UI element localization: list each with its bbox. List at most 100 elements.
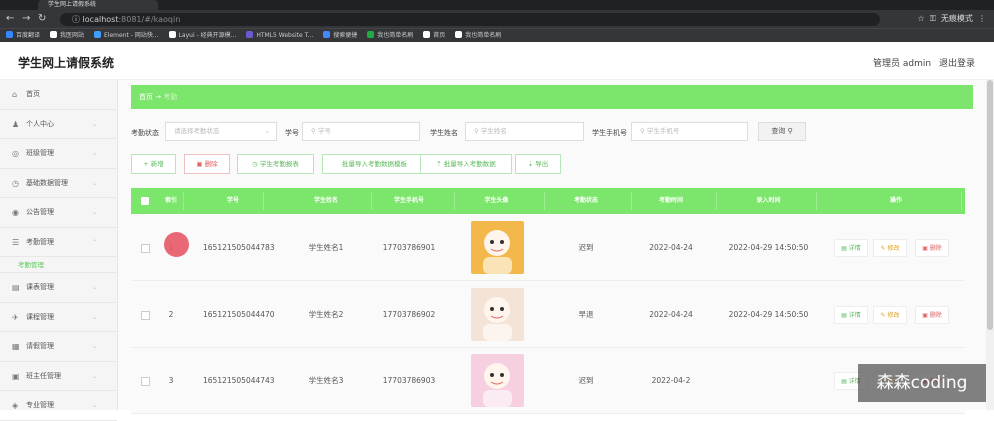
sidebar-item[interactable]: ◈ 专业管理 ⌄ — [0, 391, 117, 421]
column-header[interactable]: 索引 — [159, 188, 183, 214]
bookmark-icon — [168, 31, 176, 38]
browser-tab[interactable]: 学生网上请假系统 — [38, 0, 158, 10]
table-row[interactable]: 1165121505044783学生姓名117703786901迟到2022-0… — [131, 215, 965, 281]
column-header[interactable]: 操作 — [831, 188, 961, 214]
bookmark-item[interactable]: 搜索便捷 — [323, 31, 358, 39]
sidebar-item[interactable]: ◉ 公告管理 ⌄ — [0, 198, 117, 228]
column-header[interactable]: 学生头像 — [449, 188, 544, 214]
bookmark-item[interactable]: 首页 — [423, 31, 445, 39]
row-delete-button[interactable]: ▣ 删除 — [915, 239, 949, 257]
add-button[interactable]: + 新增 — [131, 154, 176, 174]
student-avatar[interactable] — [471, 288, 524, 341]
bookmark-item[interactable]: Element - 网站快... — [94, 31, 159, 39]
course-icon: ✈ — [12, 312, 19, 322]
row-checkbox[interactable] — [141, 311, 150, 320]
detail-button[interactable]: ▤ 详情 — [834, 306, 868, 324]
edit-button[interactable]: ✎ 修改 — [873, 306, 907, 324]
export-button[interactable]: ⇣ 导出 — [515, 154, 561, 174]
sidebar-item[interactable]: ⌂ 首页 — [0, 80, 117, 110]
upload-icon: ⇡ — [436, 160, 444, 168]
student-avatar[interactable] — [471, 354, 524, 407]
browser-toolbar: ← → ↻ ⓘ localhost:8081/#/kaoqin ☆ ⚿ 无痕模式… — [0, 10, 994, 28]
sidebar-item[interactable]: ▣ 班主任管理 ⌄ — [0, 362, 117, 391]
sidebar-item[interactable]: ▦ 请假管理 ⌄ — [0, 332, 117, 362]
row-checkbox[interactable] — [141, 244, 150, 253]
search-button-label: 查询 — [771, 127, 786, 135]
cell-name: 学生姓名1 — [308, 243, 344, 252]
bookmark-icon — [6, 31, 13, 38]
student-name-label: 学生姓名 — [430, 129, 458, 137]
status-select[interactable]: 请选择考勤状态 ⌄ — [165, 122, 277, 141]
menu-icon[interactable]: ⋮ — [978, 14, 986, 23]
export-button-label: 导出 — [535, 160, 549, 168]
bookmark-item[interactable]: 我也简单名刷 — [367, 31, 413, 39]
student-no-input[interactable]: ⚲ 学号 — [302, 122, 420, 141]
data-icon: ◷ — [12, 178, 19, 188]
scrollbar[interactable] — [986, 80, 994, 410]
cell-date: 2022-04-24 — [649, 310, 693, 319]
user-icon: ♟ — [12, 119, 20, 129]
reload-icon[interactable]: ↻ — [38, 13, 46, 24]
breadcrumb-home[interactable]: 首页 — [139, 93, 153, 101]
breadcrumb: 首页 → 考勤 — [131, 85, 973, 109]
app-header: 学生网上请假系统 管理员 admin 退出登录 — [0, 42, 994, 80]
import-template-button[interactable]: 批量导入考勤数据模板 — [322, 154, 427, 174]
table-row[interactable]: 3 165121505044743 学生姓名3 17703786903 迟到 2022-0… — [131, 348, 965, 414]
sidebar-item[interactable]: ◎ 班级管理 ⌄ — [0, 139, 117, 169]
table-row[interactable]: 2 165121505044470 学生姓名2 17703786902 早退 2022-0… — [131, 282, 965, 348]
sidebar-item[interactable]: ◷ 基础数据管理 ⌄ — [0, 169, 117, 198]
detail-button[interactable]: ▤ 详情 — [834, 239, 868, 257]
address-bar[interactable]: ⓘ localhost:8081/#/kaoqin — [60, 13, 880, 26]
row-delete-button[interactable]: ▣ 删除 — [915, 306, 949, 324]
import-data-button[interactable]: ⇡ 批量导入考勤数据 — [420, 154, 512, 174]
bookmark-item[interactable]: Layui - 经典开源模... — [168, 31, 236, 39]
bookmark-item[interactable]: 我医网站 — [50, 31, 84, 39]
star-icon[interactable]: ☆ — [917, 14, 924, 23]
row-delete-button-label: 删除 — [929, 245, 942, 252]
key-icon[interactable]: ⚿ — [930, 14, 936, 23]
clock-icon: ◷ — [252, 160, 260, 168]
student-name-input[interactable]: ⚲ 学生姓名 — [465, 122, 584, 141]
bookmark-item[interactable]: HTML5 Website T... — [246, 31, 313, 39]
column-header[interactable]: 考勤时间 — [626, 188, 716, 214]
column-header[interactable]: 考勤状态 — [541, 188, 631, 214]
incognito-label[interactable]: 无痕模式 — [941, 14, 973, 23]
row-checkbox[interactable] — [141, 377, 150, 386]
cursor-indicator — [164, 232, 189, 257]
chevron-down-icon: ⌄ — [91, 209, 97, 216]
search-icon: ⚲ — [787, 127, 793, 135]
edit-button[interactable]: ✎ 修改 — [873, 239, 907, 257]
bookmark-icon — [94, 31, 102, 38]
logout-link[interactable]: 退出登录 — [939, 56, 975, 69]
teacher-icon: ▣ — [12, 371, 20, 381]
select-all-checkbox[interactable] — [141, 197, 149, 205]
bookmark-item[interactable]: 百度翻译 — [6, 31, 40, 39]
delete-button[interactable]: ▣ 删除 — [184, 154, 230, 174]
bookmark-item[interactable]: 我也简单名刷 — [455, 31, 501, 39]
detail-button-label: 详情 — [848, 312, 861, 319]
report-button[interactable]: ◷ 学生考勤报表 — [237, 154, 314, 174]
delete-button-label: 删除 — [204, 160, 218, 168]
sidebar-item[interactable]: ☰ 考勤管理 ⌃ — [0, 228, 117, 257]
sidebar-item[interactable]: ♟ 个人中心 ⌄ — [0, 110, 117, 139]
sidebar-item-label: 请假管理 — [26, 342, 54, 350]
scrollbar-thumb[interactable] — [987, 80, 993, 330]
column-header[interactable]: 学号 — [203, 188, 263, 214]
sidebar-subitem-attendance[interactable]: 考勤管理 — [0, 257, 117, 273]
student-name-placeholder: 学生姓名 — [480, 127, 507, 135]
column-header[interactable]: 录入时间 — [721, 188, 816, 214]
student-avatar[interactable] — [471, 221, 524, 274]
sidebar-item[interactable]: ▤ 课表管理 ⌄ — [0, 273, 117, 303]
column-header[interactable]: 学生姓名 — [281, 188, 371, 214]
sidebar-item[interactable]: ✈ 课程管理 ⌄ — [0, 303, 117, 332]
back-icon[interactable]: ← — [6, 13, 14, 24]
bookmark-label: 搜索便捷 — [333, 32, 358, 39]
search-button[interactable]: 查询 ⚲ — [758, 122, 806, 141]
forward-icon[interactable]: → — [22, 13, 30, 24]
bookmark-icon — [367, 31, 375, 38]
student-no-placeholder: 学号 — [317, 127, 331, 135]
chevron-down-icon: ⌄ — [91, 120, 97, 128]
phone-input[interactable]: ⚲ 学生手机号 — [631, 122, 748, 141]
column-header[interactable]: 学生手机号 — [364, 188, 454, 214]
cell-student-no: 165121505044743 — [203, 376, 275, 385]
